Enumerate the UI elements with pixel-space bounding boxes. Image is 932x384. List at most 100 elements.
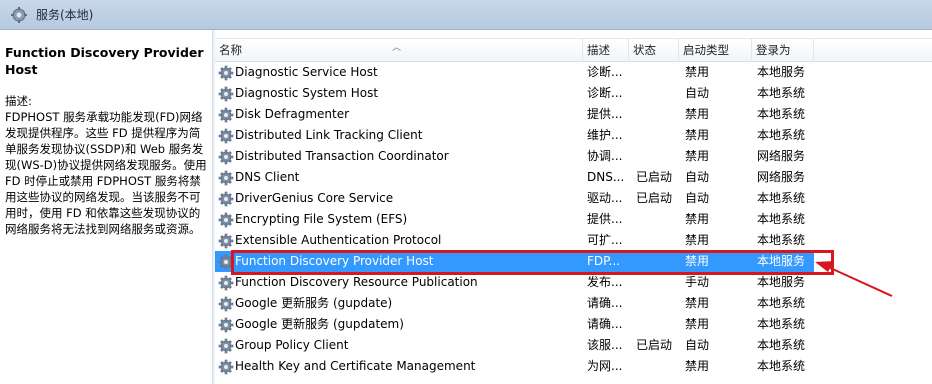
service-startup-type: 禁用 [685,149,710,163]
service-name: Extensible Authentication Protocol [235,233,442,247]
table-row[interactable]: DriverGenius Core Service 驱动... 已启动 自动 本地系统 [215,188,815,209]
window-titlebar: 服务(本地) [0,0,932,30]
table-row[interactable]: Google 更新服务 (gupdatem) 请确... 禁用 本地系统 [215,314,815,335]
service-startup-type: 禁用 [685,359,710,373]
service-status: 已启动 [636,338,673,352]
gear-icon [218,317,234,333]
table-row[interactable]: Encrypting File System (EFS) 提供... 禁用 本地系统 [215,209,815,230]
service-logon-as: 本地服务 [757,275,806,289]
table-row[interactable]: Disk Defragmenter 提供... 禁用 本地系统 [215,104,815,125]
table-row[interactable]: Diagnostic Service Host 诊断... 禁用 本地服务 [215,62,815,83]
column-header-startup-type[interactable]: 启动类型 [679,39,752,62]
service-startup-type: 禁用 [685,65,710,79]
service-startup-type: 自动 [685,191,710,205]
service-startup-type: 手动 [685,275,710,289]
table-row[interactable]: Group Policy Client 该服... 已启动 自动 本地系统 [215,335,815,356]
gear-icon [218,191,234,207]
service-name: Function Discovery Provider Host [235,254,434,268]
table-row[interactable]: Extensible Authentication Protocol 可扩... 禁… [215,230,815,251]
column-header-logon-as[interactable]: 登录为 [752,39,814,62]
service-description: 提供... [587,212,623,226]
description-label: 描述: [5,94,32,108]
window-title: 服务(本地) [36,8,94,22]
service-name: Function Discovery Resource Publication [235,275,478,289]
service-startup-type: 自动 [685,86,710,100]
service-description: 可扩... [587,233,623,247]
service-status [636,125,681,146]
service-logon-as: 本地系统 [757,212,806,226]
description-text: FDPHOST 服务承载功能发现(FD)网络发现提供程序。这些 FD 提供程序为… [5,110,207,236]
service-description: 诊断... [587,65,623,79]
service-logon-as: 网络服务 [757,149,806,163]
service-status: 已启动 [636,170,673,184]
table-row[interactable]: DNS Client DNS... 已启动 自动 网络服务 [215,167,815,188]
service-name: Distributed Transaction Coordinator [235,149,449,163]
service-logon-as: 本地系统 [757,359,806,373]
gear-icon [218,275,234,291]
service-startup-type: 禁用 [685,128,710,142]
service-status: 已启动 [636,191,673,205]
table-row[interactable]: Google 更新服务 (gupdate) 请确... 禁用 本地系统 [215,293,815,314]
service-status [636,251,681,272]
service-status [636,146,681,167]
service-status [636,230,681,251]
gear-icon [218,65,234,81]
service-logon-as: 本地服务 [757,65,806,79]
service-description: 请确... [587,317,623,331]
service-name: Google 更新服务 (gupdate) [235,296,393,310]
service-logon-as: 本地服务 [757,254,806,268]
column-header-description[interactable]: 描述 [583,39,629,62]
table-row[interactable]: Distributed Link Tracking Client 维护... 禁用 本… [215,125,815,146]
service-startup-type: 自动 [685,170,710,184]
service-status [636,209,681,230]
service-description-pane: Function Discovery Provider Host 描述: FDP… [0,30,213,384]
gear-icon [218,212,234,228]
service-status [636,356,681,377]
service-name: Diagnostic Service Host [235,65,378,79]
service-description: 提供... [587,107,623,121]
service-name: Health Key and Certificate Management [235,359,476,373]
service-description: DNS... [587,170,625,184]
service-status [636,62,681,83]
gear-icon [218,359,234,375]
service-startup-type: 自动 [685,338,710,352]
service-description: FDP... [587,254,620,268]
column-header-name[interactable]: 名称 ︿ [215,39,583,62]
service-status [636,272,681,293]
service-logon-as: 本地系统 [757,128,806,142]
service-name: DNS Client [235,170,300,184]
service-description: 发布... [587,275,623,289]
service-startup-type: 禁用 [685,212,710,226]
services-icon [11,6,27,23]
service-logon-as: 本地系统 [757,317,806,331]
service-name: Diagnostic System Host [235,86,379,100]
gear-icon [218,338,234,354]
service-logon-as: 本地系统 [757,338,806,352]
service-description: 该服... [587,338,623,352]
column-header-status[interactable]: 状态 [629,39,679,62]
selected-service-title: Function Discovery Provider Host [5,45,204,77]
service-status [636,314,681,335]
gear-icon [218,107,234,123]
service-name: DriverGenius Core Service [235,191,394,205]
service-startup-type: 禁用 [685,254,710,268]
table-row[interactable]: Health Key and Certificate Management 为网.… [215,356,815,377]
service-startup-type: 禁用 [685,107,710,121]
table-row[interactable]: Diagnostic System Host 诊断... 自动 本地系统 [215,83,815,104]
gear-icon [218,233,234,249]
service-name: Distributed Link Tracking Client [235,128,423,142]
service-startup-type: 禁用 [685,296,710,310]
service-startup-type: 禁用 [685,317,710,331]
gear-icon [218,128,234,144]
gear-icon [218,254,234,270]
service-description: 驱动... [587,191,623,205]
table-row[interactable]: Distributed Transaction Coordinator 协调...… [215,146,815,167]
table-row[interactable]: Function Discovery Provider Host FDP... 禁用… [215,251,814,272]
table-row[interactable]: Function Discovery Resource Publication 发… [215,272,815,293]
service-name: Encrypting File System (EFS) [235,212,408,226]
service-status [636,104,681,125]
services-list[interactable]: 名称 ︿ 描述 状态 启动类型 登录为 Diagnostic Service H… [215,38,932,384]
service-logon-as: 本地系统 [757,86,806,100]
service-status [636,83,681,104]
service-description: 维护... [587,128,623,142]
